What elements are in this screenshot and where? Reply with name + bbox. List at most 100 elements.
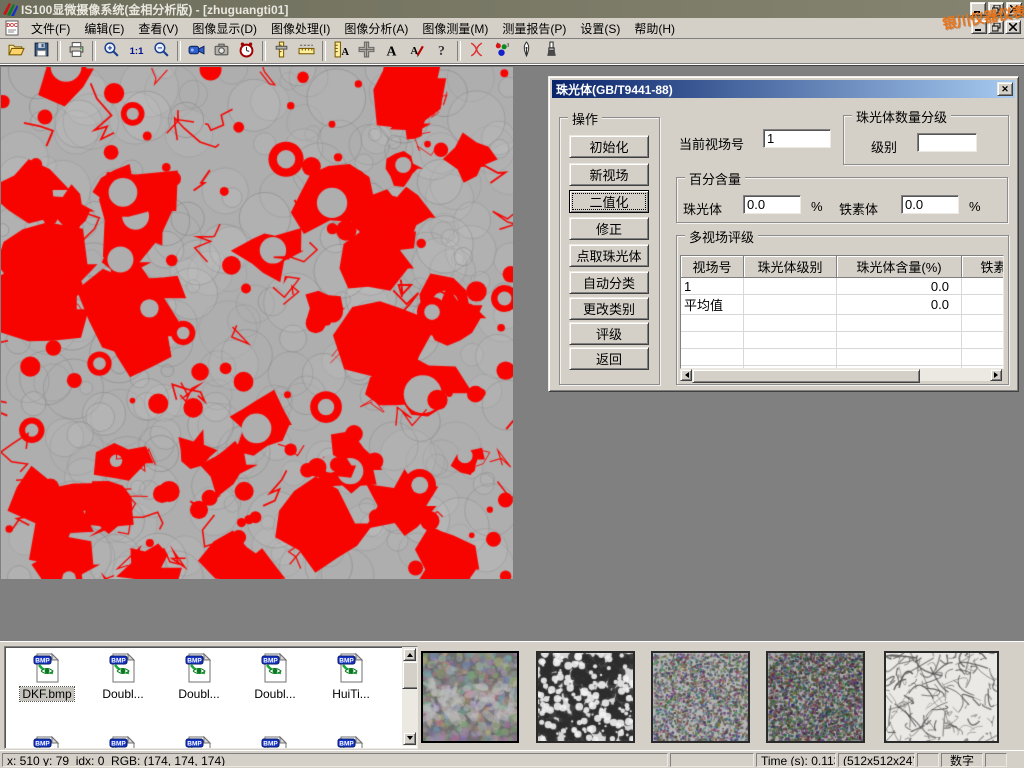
curves-icon [468,41,485,61]
toolbar-curves-button[interactable] [464,40,489,63]
rating-row-empty[interactable] [681,332,1004,349]
close-button[interactable] [1006,2,1022,16]
thumbnail-1[interactable] [421,651,519,743]
svg-text:BMP: BMP [187,741,202,748]
pearlite-percent-input[interactable] [743,195,801,214]
toolbar-open-button[interactable] [4,40,29,63]
file-item[interactable]: BMP [87,735,159,749]
status-bar: x: 510 y: 79 idx: 0 RGB: (174, 174, 174)… [0,750,1024,768]
rating-row[interactable]: 10.0 [681,278,1004,295]
menu-item-image-analysis[interactable]: 图像分析(A) [337,18,415,39]
toolbar-save-button[interactable] [29,40,54,63]
restore-button[interactable] [988,2,1004,16]
toolbar-count-points-button[interactable]: 3 [489,40,514,63]
svg-text:BMP: BMP [339,658,354,665]
file-item[interactable]: BMP [315,735,387,749]
toolbar-pen-button[interactable] [514,40,539,63]
menu-item-image-process[interactable]: 图像处理(I) [264,18,337,39]
toolbar-brush-button[interactable] [539,40,564,63]
bmp-file-icon: BMP [183,673,215,687]
dialog-close-button[interactable]: ✕ [997,82,1013,96]
thumbnail-2[interactable] [536,651,635,743]
op-binarize-button[interactable]: 二值化 [569,190,649,213]
scroll-right-button[interactable] [990,369,1002,381]
menu-item-help[interactable]: 帮助(H) [627,18,682,39]
toolbar-grid-button[interactable] [354,40,379,63]
toolbar-zoom-out-button[interactable] [149,40,174,63]
op-pick-pearlite-button[interactable]: 点取珠光体 [569,244,649,267]
thumbnail-3[interactable] [651,651,750,743]
toolbar-print-button[interactable] [64,40,89,63]
menu-item-edit[interactable]: 编辑(E) [77,18,131,39]
thumbnail-4[interactable] [766,651,865,743]
file-item[interactable]: BMP [11,735,83,749]
rating-col-header[interactable]: 珠光体含量(%) [837,256,962,278]
measure-text-icon: A [333,41,350,61]
file-item[interactable]: BMP [163,735,235,749]
toolbar-ruler-button[interactable] [294,40,319,63]
file-scroll-thumb[interactable] [402,661,418,689]
rating-row-empty[interactable] [681,315,1004,332]
file-name: Doubl... [176,687,221,701]
op-correct-button[interactable]: 修正 [569,217,649,240]
menu-item-file[interactable]: 文件(F) [24,18,77,39]
minimize-button[interactable] [970,2,986,16]
toolbar-video-camera-button[interactable] [184,40,209,63]
toolbar-timer-button[interactable] [234,40,259,63]
file-item[interactable]: BMPDoubl... [239,652,311,701]
metallographic-image[interactable] [1,67,513,579]
op-new-field-button[interactable]: 新视场 [569,163,649,186]
dialog-title-bar[interactable]: 珠光体(GB/T9441-88) ✕ [552,80,1015,98]
svg-text:A: A [387,43,397,58]
toolbar-zoom-in-button[interactable] [99,40,124,63]
toolbar-measure-text-button[interactable]: A [329,40,354,63]
rating-row[interactable]: 平均值0.0 [681,295,1004,315]
scroll-down-button[interactable] [403,732,416,745]
thumbnail-5[interactable] [884,651,999,743]
mdi-minimize-button[interactable] [971,20,987,34]
op-initialize-button[interactable]: 初始化 [569,135,649,158]
op-grade-button[interactable]: 评级 [569,322,649,345]
table-h-scrollbar[interactable] [680,369,1002,381]
toolbar-text-edit-button[interactable]: A [404,40,429,63]
svg-text:BMP: BMP [111,658,126,665]
document-icon[interactable]: DOC [4,20,20,36]
menu-item-view[interactable]: 查看(V) [131,18,185,39]
file-item[interactable]: BMP HuiTi... [315,652,387,701]
file-list-scrollbar[interactable] [402,647,417,746]
file-item[interactable]: BMP [239,735,311,749]
file-list[interactable]: BMPDKF.bmpBMPDoubl...BMPDoubl...BMPDoubl… [4,646,418,749]
scroll-thumb[interactable] [692,369,920,383]
op-auto-classify-button[interactable]: 自动分类 [569,271,649,294]
mdi-restore-button[interactable] [988,20,1004,34]
rating-cell [744,332,837,349]
menu-item-image-measure[interactable]: 图像测量(M) [415,18,495,39]
op-change-class-button[interactable]: 更改类别 [569,297,649,320]
rating-row-empty[interactable] [681,349,1004,366]
rating-col-header[interactable]: 珠光体级别 [744,256,837,278]
scroll-up-button[interactable] [403,648,416,661]
scroll-left-button[interactable] [680,369,692,381]
file-item[interactable]: BMPDoubl... [87,652,159,701]
toolbar-one-to-one-button[interactable]: 1:1 [124,40,149,63]
file-name: HuiTi... [330,687,372,701]
rating-col-header[interactable]: 视场号 [681,256,744,278]
toolbar-camera-button[interactable] [209,40,234,63]
ferrite-percent-input[interactable] [901,195,959,214]
op-back-button[interactable]: 返回 [569,347,649,370]
file-item[interactable]: BMPDKF.bmp [11,652,83,701]
rating-col-header[interactable]: 铁素体含量(%) [962,256,1005,278]
mdi-close-button[interactable] [1005,20,1021,34]
menu-item-measure-report[interactable]: 测量报告(P) [495,18,573,39]
level-input[interactable] [917,133,977,152]
current-field-input[interactable] [763,129,831,148]
menu-item-settings[interactable]: 设置(S) [573,18,627,39]
help-icon: ? [433,41,450,61]
toolbar-text-button[interactable]: A [379,40,404,63]
count-points-icon: 3 [493,41,510,61]
file-item[interactable]: BMPDoubl... [163,652,235,701]
status-empty-1 [670,753,754,767]
toolbar-caliper-button[interactable] [269,40,294,63]
menu-item-image-display[interactable]: 图像显示(D) [185,18,264,39]
toolbar-help-button[interactable]: ? [429,40,454,63]
